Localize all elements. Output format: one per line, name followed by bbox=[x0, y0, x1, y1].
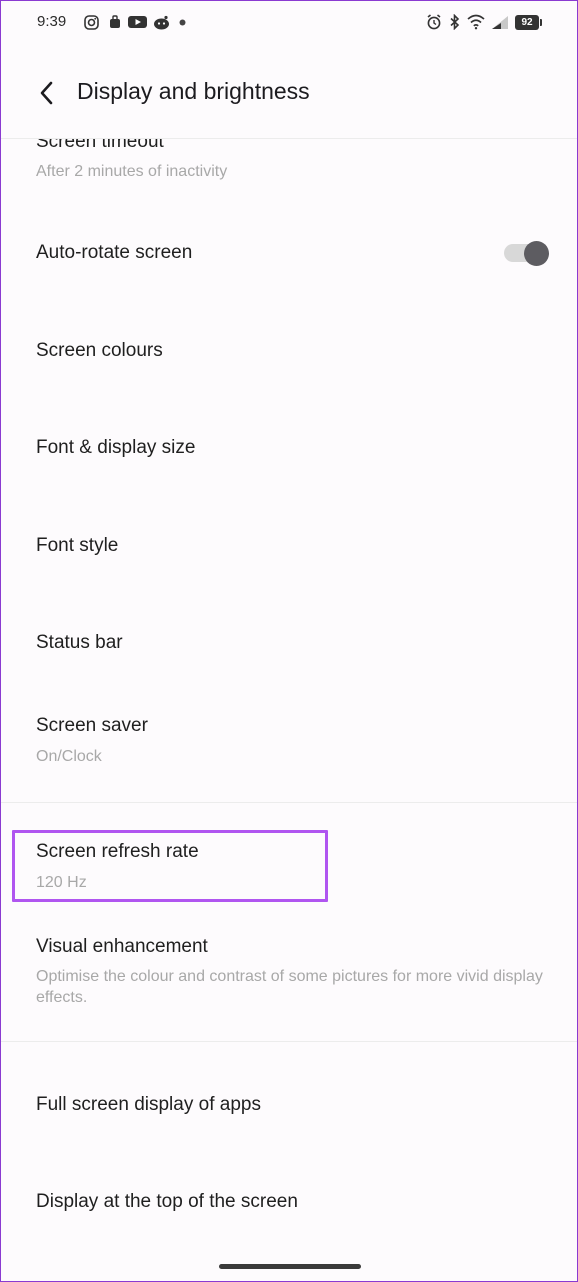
setting-status-bar[interactable]: Status bar bbox=[36, 632, 556, 654]
setting-subtitle: Optimise the colour and contrast of some… bbox=[36, 968, 543, 1006]
cellular-signal-icon bbox=[492, 16, 508, 29]
header-divider bbox=[1, 138, 577, 139]
back-arrow-icon[interactable] bbox=[35, 79, 59, 107]
setting-title: Full screen display of apps bbox=[36, 1094, 261, 1115]
status-bar: 9:39 92 bbox=[1, 1, 577, 47]
section-divider bbox=[1, 1041, 577, 1042]
reddit-icon bbox=[154, 15, 169, 30]
page-title: Display and brightness bbox=[77, 78, 310, 104]
setting-visual-enhancement[interactable]: Visual enhancement Optimise the colour a… bbox=[36, 936, 546, 1008]
setting-subtitle: On/Clock bbox=[36, 748, 102, 765]
gesture-nav-handle[interactable] bbox=[219, 1264, 361, 1269]
setting-screen-colours[interactable]: Screen colours bbox=[36, 340, 556, 362]
setting-title: Screen timeout bbox=[36, 131, 164, 152]
setting-subtitle: After 2 minutes of inactivity bbox=[36, 163, 228, 180]
notification-app-icon bbox=[110, 15, 120, 28]
wifi-icon bbox=[467, 14, 485, 30]
youtube-icon bbox=[128, 16, 147, 28]
auto-rotate-toggle[interactable] bbox=[504, 241, 549, 266]
instagram-icon bbox=[84, 15, 99, 30]
setting-auto-rotate[interactable]: Auto-rotate screen bbox=[36, 242, 556, 264]
setting-font-display-size[interactable]: Font & display size bbox=[36, 437, 556, 459]
setting-title: Screen colours bbox=[36, 340, 163, 361]
app-bar: Display and brightness bbox=[1, 61, 577, 125]
setting-screen-saver[interactable]: Screen saver On/Clock bbox=[36, 715, 556, 767]
section-divider bbox=[1, 802, 577, 803]
highlight-box bbox=[12, 830, 328, 902]
battery-indicator: 92 bbox=[515, 15, 542, 30]
setting-title: Auto-rotate screen bbox=[36, 242, 193, 263]
more-notifications-dot-icon bbox=[179, 19, 186, 26]
setting-title: Status bar bbox=[36, 632, 123, 653]
setting-font-style[interactable]: Font style bbox=[36, 535, 556, 557]
toggle-knob bbox=[524, 241, 549, 266]
bluetooth-icon bbox=[450, 14, 460, 30]
setting-title: Screen saver bbox=[36, 715, 148, 736]
status-time: 9:39 bbox=[37, 13, 67, 30]
setting-title: Font style bbox=[36, 535, 119, 556]
setting-title: Visual enhancement bbox=[36, 936, 208, 957]
setting-display-top-of-screen[interactable]: Display at the top of the screen bbox=[36, 1191, 556, 1213]
setting-full-screen-display[interactable]: Full screen display of apps bbox=[36, 1094, 556, 1116]
setting-title: Display at the top of the screen bbox=[36, 1191, 298, 1212]
alarm-icon bbox=[427, 14, 441, 30]
setting-title: Font & display size bbox=[36, 437, 196, 458]
